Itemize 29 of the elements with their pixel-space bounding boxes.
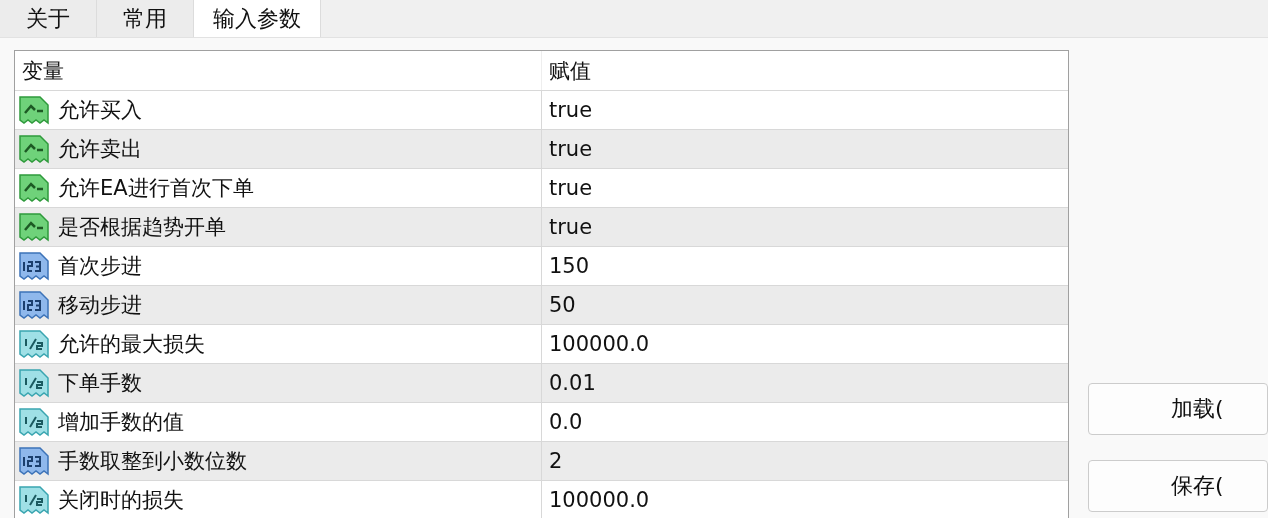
tab[interactable]: 常用 — [97, 0, 194, 37]
value-text: 150 — [549, 254, 590, 278]
action-button[interactable]: 保存( — [1088, 460, 1268, 512]
variable-name: 关闭时的损失 — [58, 487, 184, 514]
variable-name: 下单手数 — [58, 370, 142, 397]
value-text: 100000.0 — [549, 332, 650, 356]
variable-name: 增加手数的值 — [58, 409, 184, 436]
value-text: true — [549, 137, 593, 161]
variable-name: 移动步进 — [58, 292, 142, 319]
variable-name: 手数取整到小数位数 — [58, 448, 247, 475]
column-header[interactable]: 变量 — [22, 56, 64, 85]
variable-name: 首次步进 — [58, 253, 142, 280]
variable-name: 是否根据趋势开单 — [58, 214, 226, 241]
variable-name: 允许卖出 — [58, 136, 142, 163]
value-text: true — [549, 98, 593, 122]
value-text: 50 — [549, 293, 576, 317]
variable-name: 允许的最大损失 — [58, 331, 205, 358]
value-text: 0.0 — [549, 410, 583, 434]
variable-name: 允许买入 — [58, 97, 142, 124]
tab[interactable]: 关于 — [0, 0, 97, 37]
column-header[interactable]: 赋值 — [549, 56, 591, 85]
action-button[interactable]: 加载( — [1088, 383, 1268, 435]
value-text: 0.01 — [549, 371, 596, 395]
value-text: true — [549, 176, 593, 200]
value-text: 100000.0 — [549, 488, 650, 512]
value-text: 2 — [549, 449, 563, 473]
variable-name: 允许EA进行首次下单 — [58, 175, 254, 202]
value-text: true — [549, 215, 593, 239]
tab[interactable]: 输入参数 — [194, 0, 321, 37]
